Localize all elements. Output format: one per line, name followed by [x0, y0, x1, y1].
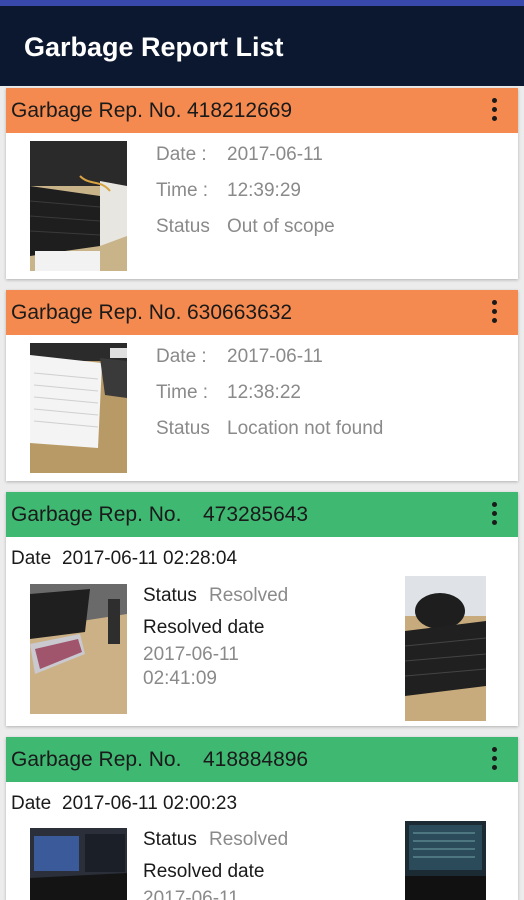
- status-value: Location not found: [227, 418, 384, 439]
- report-label: Garbage Rep. No.: [11, 748, 182, 771]
- report-card[interactable]: Garbage Rep. No. 418884896 Date 2017-06-…: [6, 737, 518, 900]
- report-datetime: 2017-06-11 02:00:23: [62, 793, 238, 814]
- time-label: Time :: [156, 180, 209, 201]
- resolved-date-value: 2017-06-11: [143, 644, 239, 665]
- report-header: Garbage Rep. No. 630663632: [6, 290, 518, 335]
- report-photo[interactable]: [30, 343, 127, 473]
- report-datetime: 2017-06-11 02:28:04: [62, 548, 238, 569]
- report-card[interactable]: Garbage Rep. No. 473285643 Date 2017-06-…: [6, 492, 518, 726]
- resolved-date-label: Resolved date: [143, 617, 265, 638]
- report-label: Garbage Rep. No.: [11, 99, 182, 122]
- report-header: Garbage Rep. No. 418884896: [6, 737, 518, 782]
- report-number: 418884896: [203, 748, 309, 771]
- more-vert-icon[interactable]: [490, 747, 498, 773]
- report-label: Garbage Rep. No.: [11, 503, 182, 526]
- status-value: Resolved: [209, 585, 289, 606]
- time-value: 12:38:22: [227, 382, 301, 403]
- resolved-time-value: 02:41:09: [143, 668, 217, 689]
- report-card[interactable]: Garbage Rep. No. 418212669 Date : 2017-0…: [6, 88, 518, 279]
- time-label: Time :: [156, 382, 209, 403]
- date-label: Date :: [156, 346, 207, 367]
- status-label: Status: [143, 829, 197, 850]
- app-bar: Garbage Report List: [0, 6, 524, 86]
- report-photo[interactable]: [30, 141, 127, 271]
- more-vert-icon[interactable]: [490, 502, 498, 528]
- date-value: 2017-06-11: [227, 346, 323, 367]
- more-vert-icon[interactable]: [490, 300, 498, 326]
- report-photo[interactable]: [30, 828, 127, 900]
- status-label: Status: [156, 216, 210, 237]
- report-number: 473285643: [203, 503, 309, 526]
- date-label: Date :: [156, 144, 207, 165]
- report-number: 418212669: [187, 99, 293, 122]
- more-vert-icon[interactable]: [490, 98, 498, 124]
- report-photo[interactable]: [30, 584, 127, 714]
- status-label: Status: [156, 418, 210, 439]
- resolved-photo[interactable]: [405, 821, 486, 900]
- status-label: Status: [143, 585, 197, 606]
- date-value: 2017-06-11: [227, 144, 323, 165]
- resolved-photo[interactable]: [405, 576, 486, 721]
- resolved-date-label: Resolved date: [143, 861, 265, 882]
- report-card[interactable]: Garbage Rep. No. 630663632 Date : 2017-0…: [6, 290, 518, 481]
- time-value: 12:39:29: [227, 180, 301, 201]
- status-value: Out of scope: [227, 216, 335, 237]
- page-title: Garbage Report List: [24, 32, 284, 62]
- report-header: Garbage Rep. No. 473285643: [6, 492, 518, 537]
- report-label: Garbage Rep. No.: [11, 301, 182, 324]
- report-date-label: Date: [11, 793, 52, 814]
- status-value: Resolved: [209, 829, 289, 850]
- report-date-label: Date: [11, 548, 52, 569]
- report-number: 630663632: [187, 301, 293, 324]
- resolved-date-value: 2017-06-11: [143, 888, 239, 900]
- report-header: Garbage Rep. No. 418212669: [6, 88, 518, 133]
